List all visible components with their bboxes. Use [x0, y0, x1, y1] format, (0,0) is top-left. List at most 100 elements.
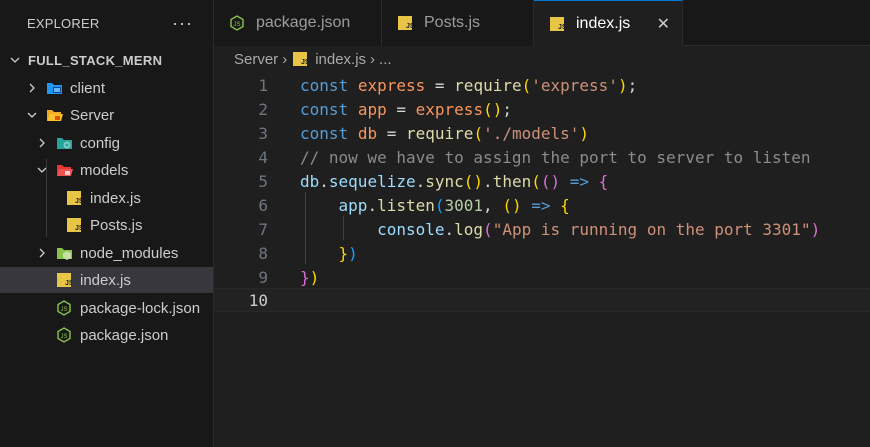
tree-item-label: package-lock.json: [80, 299, 201, 317]
breadcrumb-separator: ›: [370, 50, 376, 68]
chevron-right-icon: [35, 136, 49, 150]
line-number: 3: [258, 123, 268, 143]
code-line: 1 const express = require('express');: [214, 73, 870, 97]
tree-item-label: package.json: [80, 326, 169, 344]
tree-item-server[interactable]: Server: [0, 102, 213, 128]
js-file-icon: JS: [548, 16, 566, 32]
js-file-icon: JS: [55, 272, 73, 288]
tree-item-models[interactable]: models: [0, 157, 213, 183]
tree-item-package-lock-json[interactable]: JS package-lock.json: [0, 295, 213, 321]
line-number: 9: [258, 267, 268, 287]
code-text: const app = express();: [300, 99, 512, 119]
tree-item-package-json[interactable]: JS package.json: [0, 322, 213, 348]
tree-item-node-modules[interactable]: node_modules: [0, 240, 213, 266]
code-text: db.sequelize.sync().then(() => {: [300, 171, 609, 191]
svg-text:JS: JS: [234, 22, 241, 28]
line-number: 8: [258, 243, 268, 263]
tree-item-config[interactable]: config: [0, 130, 213, 156]
models-folder-open-icon: [55, 162, 73, 178]
tree-item-client[interactable]: client: [0, 75, 213, 101]
code-text: console.log("App is running on the port …: [377, 219, 821, 239]
tree-item-label: models: [80, 161, 129, 179]
svg-text:JS: JS: [75, 198, 82, 205]
svg-text:JS: JS: [75, 225, 82, 232]
code-line: 7 console.log("App is running on the por…: [214, 217, 870, 241]
string-literal: 'express': [531, 75, 618, 95]
workspace-root-label: FULL_STACK_MERN: [28, 52, 163, 68]
nodejs-file-icon: JS: [228, 15, 246, 31]
tree-item-label: client: [70, 79, 106, 97]
svg-text:JS: JS: [558, 24, 565, 31]
port-number: 3001: [444, 195, 484, 215]
code-line-current: 10: [214, 288, 870, 312]
chevron-right-icon: [25, 81, 39, 95]
nodejs-file-icon: JS: [55, 300, 73, 316]
code-line: 2 const app = express();: [214, 97, 870, 121]
node-folder-icon: [55, 245, 73, 261]
code-text: }): [300, 267, 320, 287]
svg-text:JS: JS: [61, 307, 68, 313]
chevron-right-icon: [35, 246, 49, 260]
tab-package-json[interactable]: JS package.json: [214, 0, 382, 46]
code-line: 9 }): [214, 265, 870, 289]
tab-index-js[interactable]: JS index.js ✕: [534, 0, 683, 47]
code-comment: // now we have to assign the port to ser…: [300, 147, 811, 167]
tab-label: Posts.js: [424, 14, 481, 31]
breadcrumb-symbols[interactable]: ...: [379, 51, 392, 68]
breadcrumb-folder[interactable]: Server: [234, 51, 278, 68]
config-folder-icon: [55, 135, 73, 151]
tree-item-models-posts-js[interactable]: JS Posts.js: [0, 212, 213, 238]
breadcrumb: Server › JS index.js › ...: [214, 46, 870, 72]
line-number: 2: [258, 99, 268, 119]
js-file-icon: JS: [291, 51, 309, 67]
editor-tab-bar: JS package.json JS Posts.js JS index.js …: [214, 0, 870, 47]
code-text: const db = require('./models'): [300, 123, 590, 143]
code-editor[interactable]: 1 const express = require('express'); 2 …: [214, 72, 870, 447]
tree-item-label: node_modules: [80, 244, 179, 262]
svg-text:JS: JS: [406, 23, 413, 30]
tab-label: package.json: [256, 14, 351, 31]
code-text: }): [338, 243, 358, 263]
tab-posts-js[interactable]: JS Posts.js: [382, 0, 534, 46]
tree-item-server-index-js[interactable]: JS index.js: [0, 267, 213, 293]
svg-text:JS: JS: [61, 334, 68, 340]
code-line: 5 db.sequelize.sync().then(() => {: [214, 169, 870, 193]
explorer-header: EXPLORER ···: [0, 0, 213, 46]
code-line: 3 const db = require('./models'): [214, 121, 870, 145]
close-tab-icon[interactable]: ✕: [657, 14, 670, 34]
nodejs-file-icon: JS: [55, 327, 73, 343]
line-number: 10: [248, 290, 268, 310]
js-file-icon: JS: [396, 15, 414, 31]
tree-item-label: Posts.js: [90, 216, 143, 234]
tree-item-label: Server: [70, 106, 115, 124]
breadcrumb-separator: ›: [282, 50, 288, 68]
line-number: 7: [258, 219, 268, 239]
code-line: 8 }): [214, 241, 870, 265]
code-text: app.listen(3001, () => {: [338, 195, 570, 215]
code-line: 4 // now we have to assign the port to s…: [214, 145, 870, 169]
tree-item-label: index.js: [80, 271, 131, 289]
line-number: 4: [258, 147, 268, 167]
code-text: const express = require('express');: [300, 75, 638, 95]
line-number: 5: [258, 171, 268, 191]
workspace-root[interactable]: FULL_STACK_MERN: [0, 47, 213, 73]
line-number: 6: [258, 195, 268, 215]
breadcrumb-file[interactable]: index.js: [315, 51, 366, 68]
line-number: 1: [258, 75, 268, 95]
js-file-icon: JS: [65, 190, 83, 206]
more-actions-icon[interactable]: ···: [172, 14, 193, 32]
svg-text:JS: JS: [301, 59, 308, 66]
tree-item-label: config: [80, 134, 121, 152]
tree-item-models-index-js[interactable]: JS index.js: [0, 185, 213, 211]
explorer-title: EXPLORER: [27, 15, 100, 31]
tree-item-label: index.js: [90, 189, 141, 207]
string-literal: "App is running on the port 3301": [492, 219, 811, 239]
explorer-sidebar: EXPLORER ··· FULL_STACK_MERN client Serv…: [0, 0, 214, 447]
server-folder-open-icon: [45, 107, 63, 123]
code-line: 6 app.listen(3001, () => {: [214, 193, 870, 217]
svg-text:JS: JS: [65, 280, 72, 287]
string-literal: './models': [483, 123, 580, 143]
chevron-down-icon: [8, 53, 22, 67]
tab-label: index.js: [576, 15, 631, 32]
client-folder-icon: [45, 80, 63, 96]
